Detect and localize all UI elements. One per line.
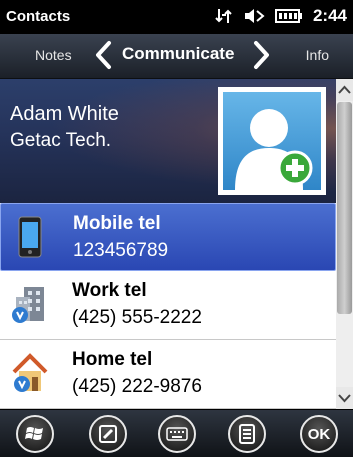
communication-list: Mobile tel 123456789 Work tel (425) 555-…	[0, 203, 336, 409]
contact-photo-placeholder[interactable]	[218, 87, 326, 195]
app-title: Contacts	[6, 8, 71, 25]
scroll-thumb[interactable]	[337, 102, 352, 314]
tab-communicate[interactable]: Communicate	[122, 44, 234, 64]
chevron-right-icon[interactable]	[250, 40, 272, 70]
list-item-work[interactable]: Work tel (425) 555-2222	[0, 271, 336, 340]
scroll-down-icon[interactable]	[336, 387, 353, 409]
list-item-value: 123456789	[73, 240, 169, 261]
battery-icon[interactable]	[274, 8, 303, 24]
list-item-label: Work tel	[72, 280, 147, 301]
tab-bar: Notes Communicate Info	[0, 34, 353, 79]
edit-icon	[99, 425, 117, 443]
windows-start-button[interactable]	[16, 415, 54, 453]
edit-button[interactable]	[89, 415, 127, 453]
list-item-home[interactable]: Home tel (425) 222-9876	[0, 340, 336, 409]
list-item-label: Mobile tel	[73, 213, 161, 234]
office-building-icon	[12, 287, 44, 323]
contact-name: Adam White	[10, 103, 119, 125]
scroll-up-icon[interactable]	[336, 79, 353, 101]
chevron-left-icon[interactable]	[93, 40, 115, 70]
list-item-mobile[interactable]: Mobile tel 123456789	[0, 203, 336, 271]
keyboard-button[interactable]	[158, 415, 196, 453]
clock[interactable]: 2:44	[313, 6, 347, 26]
tab-info[interactable]: Info	[306, 47, 329, 63]
tab-notes[interactable]: Notes	[35, 47, 72, 63]
vertical-scrollbar[interactable]	[336, 79, 353, 409]
ok-button[interactable]: OK	[300, 415, 338, 453]
keyboard-icon	[166, 427, 188, 441]
list-item-label: Home tel	[72, 349, 153, 370]
list-item-value: (425) 555-2222	[72, 307, 202, 328]
volume-icon[interactable]	[243, 7, 265, 25]
ok-label: OK	[307, 425, 331, 443]
contact-header: Adam White Getac Tech.	[0, 79, 336, 203]
mobile-phone-icon	[18, 216, 42, 258]
menu-button[interactable]	[228, 415, 266, 453]
contacts-screen: Contacts 2:44 Notes Communicate Info Ada…	[0, 0, 353, 457]
data-connection-icon	[215, 9, 232, 23]
status-bar: Contacts 2:44	[0, 0, 353, 34]
person-silhouette-icon	[223, 92, 321, 190]
house-icon	[12, 353, 48, 392]
status-icons: 2:44	[215, 6, 347, 26]
contact-company: Getac Tech.	[10, 130, 112, 151]
bottom-toolbar: OK	[0, 409, 353, 457]
menu-icon	[239, 424, 255, 444]
list-item-value: (425) 222-9876	[72, 376, 202, 397]
windows-start-icon	[25, 427, 43, 440]
